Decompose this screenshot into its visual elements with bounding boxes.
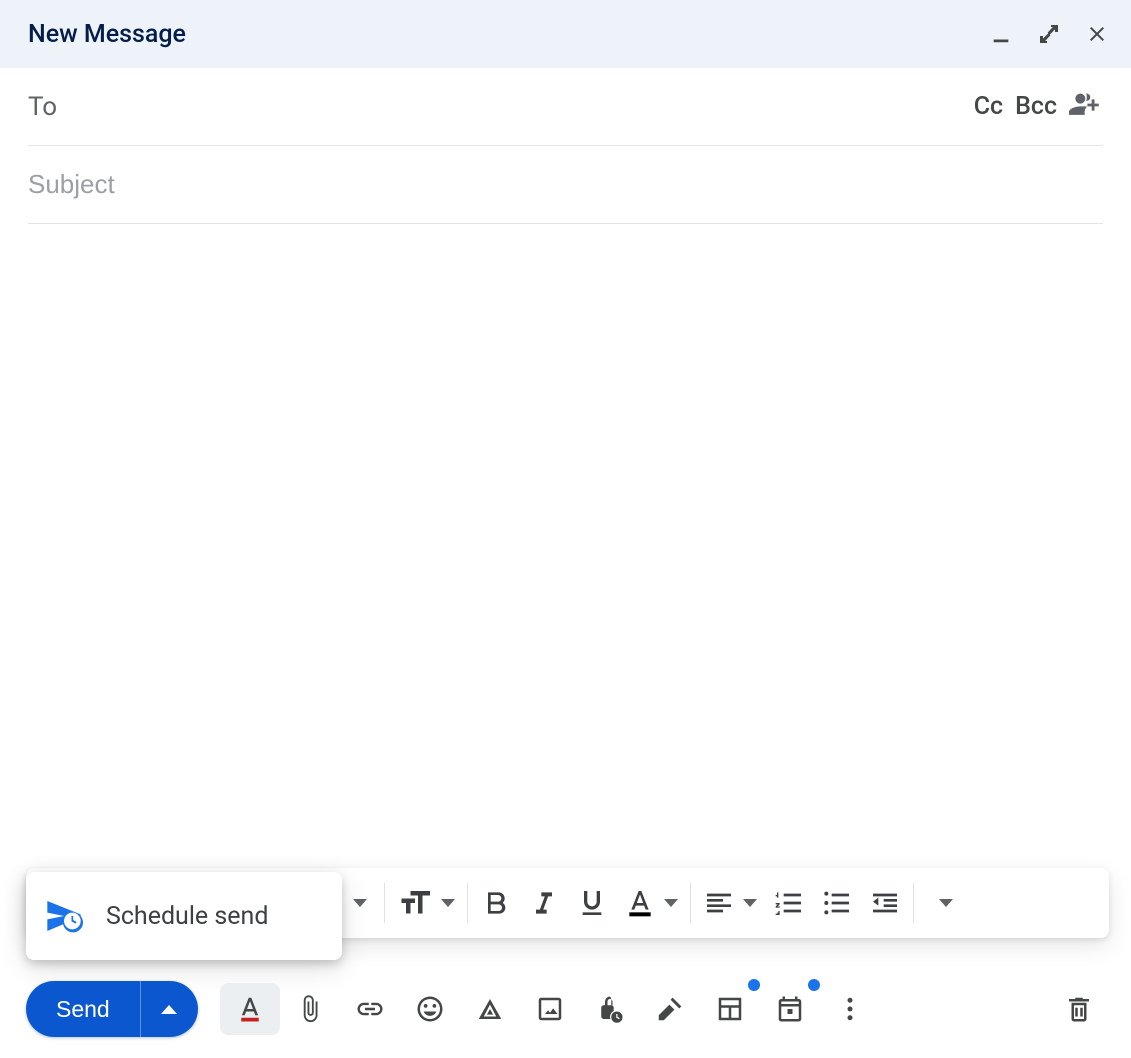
compose-title: New Message <box>28 20 186 49</box>
italic-icon <box>528 887 560 919</box>
text-color-icon <box>624 887 656 919</box>
bulleted-list-button[interactable] <box>813 880 861 926</box>
send-button[interactable]: Send <box>26 981 140 1037</box>
more-send-options-button[interactable] <box>140 981 198 1037</box>
window-controls <box>989 22 1109 46</box>
toggle-confidential-button[interactable] <box>580 983 640 1035</box>
more-options-button[interactable] <box>820 983 880 1035</box>
send-button-group: Send <box>26 981 198 1037</box>
link-icon <box>355 994 385 1024</box>
expand-button[interactable] <box>1037 22 1061 46</box>
font-size-button[interactable] <box>389 880 463 926</box>
bold-icon <box>480 887 512 919</box>
underline-button[interactable] <box>568 880 616 926</box>
text-style-group <box>472 880 686 926</box>
cc-button[interactable]: Cc <box>974 92 1003 121</box>
minimize-button[interactable] <box>989 22 1013 46</box>
attach-files-button[interactable] <box>280 983 340 1035</box>
chevron-down-icon <box>939 899 953 907</box>
schedule-send-icon <box>44 896 84 936</box>
numbered-list-icon <box>773 887 805 919</box>
more-options-icon <box>835 994 865 1024</box>
close-icon <box>1085 21 1109 47</box>
chevron-down-icon <box>664 899 678 907</box>
select-contacts-button[interactable] <box>1069 88 1103 126</box>
text-format-icon <box>235 994 265 1024</box>
bulleted-list-icon <box>821 887 853 919</box>
select-layout-button[interactable] <box>700 983 760 1035</box>
insert-link-button[interactable] <box>340 983 400 1035</box>
insert-signature-button[interactable] <box>640 983 700 1035</box>
emoji-icon <box>415 994 445 1024</box>
add-contacts-icon <box>1069 88 1103 122</box>
bottom-tools <box>220 983 880 1035</box>
calendar-icon <box>775 994 805 1024</box>
chevron-down-icon <box>441 899 455 907</box>
set-up-meeting-button[interactable] <box>760 983 820 1035</box>
chevron-up-icon <box>161 1005 177 1014</box>
subject-row <box>28 146 1103 224</box>
align-button[interactable] <box>695 880 765 926</box>
discard-draft-button[interactable] <box>1049 983 1109 1035</box>
bold-button[interactable] <box>472 880 520 926</box>
signature-icon <box>655 994 685 1024</box>
font-size-icon <box>397 885 433 921</box>
chevron-down-icon <box>743 899 757 907</box>
insert-drive-button[interactable] <box>460 983 520 1035</box>
close-button[interactable] <box>1085 22 1109 46</box>
outdent-button[interactable] <box>861 880 909 926</box>
bcc-button[interactable]: Bcc <box>1015 92 1057 121</box>
schedule-send-label: Schedule send <box>106 902 268 931</box>
discard-draft-icon <box>1064 994 1094 1024</box>
align-icon <box>703 887 735 919</box>
paragraph-group <box>695 880 909 926</box>
image-icon <box>535 994 565 1024</box>
attachment-icon <box>295 994 325 1024</box>
compose-header: New Message <box>0 0 1131 68</box>
insert-emoji-button[interactable] <box>400 983 460 1035</box>
insert-photo-button[interactable] <box>520 983 580 1035</box>
notification-dot <box>748 979 760 991</box>
notification-dot <box>808 979 820 991</box>
expand-icon <box>1037 21 1061 47</box>
minimize-icon <box>990 23 1012 45</box>
compose-fields: To Cc Bcc <box>0 68 1131 224</box>
italic-button[interactable] <box>520 880 568 926</box>
schedule-send-option[interactable]: Schedule send <box>26 872 342 960</box>
underline-icon <box>576 887 608 919</box>
compose-bottom-bar: Send <box>0 960 1131 1058</box>
to-row[interactable]: To Cc Bcc <box>28 68 1103 146</box>
select-layout-icon <box>715 994 745 1024</box>
text-color-button[interactable] <box>616 880 686 926</box>
outdent-icon <box>869 887 901 919</box>
drive-icon <box>475 994 505 1024</box>
more-formatting-button[interactable] <box>918 880 966 926</box>
subject-input[interactable] <box>28 169 1103 200</box>
chevron-down-icon <box>353 899 367 907</box>
formatting-options-button[interactable] <box>220 983 280 1035</box>
numbered-list-button[interactable] <box>765 880 813 926</box>
to-label: To <box>28 92 57 122</box>
confidential-mode-icon <box>595 994 625 1024</box>
